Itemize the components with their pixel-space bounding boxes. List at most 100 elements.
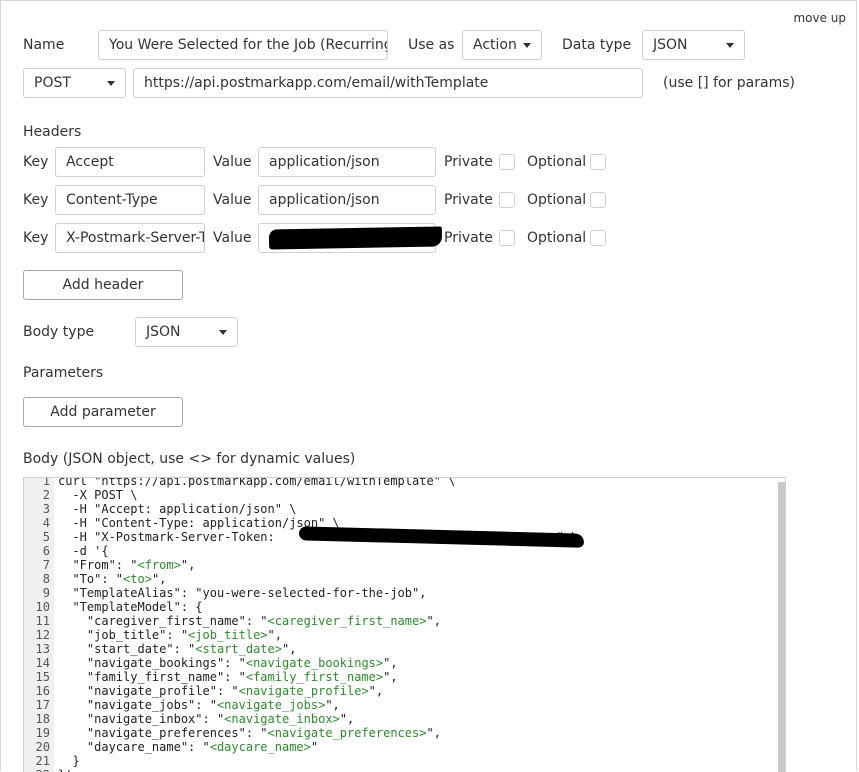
header-key-input[interactable]: Content-Type [55, 185, 205, 215]
editor-scrollbar[interactable] [778, 482, 785, 772]
line-number: 22 [24, 768, 50, 772]
code-line: 21 } [24, 754, 578, 768]
code-line: 22 }' [24, 768, 578, 772]
body-type-label: Body type [23, 324, 95, 340]
code-text: "To": " [58, 572, 124, 586]
method-value: POST [34, 75, 71, 91]
code-text: -d '{ [58, 544, 109, 558]
line-number: 8 [42, 572, 50, 586]
code-text: ", [267, 628, 282, 642]
header-value-input[interactable]: application/json [258, 185, 436, 215]
code-text: "From": " [58, 558, 138, 572]
code-dynamic-value: <navigate_profile> [238, 684, 369, 698]
code-line: 15 "family_first_name": "<family_first_n… [24, 670, 578, 684]
line-number: 16 [35, 684, 50, 698]
use-as-select[interactable]: Action [462, 30, 542, 60]
body-type-select[interactable]: JSON [135, 317, 238, 347]
code-text: ", [383, 656, 398, 670]
line-number: 21 [35, 754, 50, 768]
code-text: "TemplateAlias": "you-were-selected-for-… [58, 586, 427, 600]
code-text: "TemplateModel": { [58, 600, 203, 614]
data-type-select[interactable]: JSON [642, 30, 745, 60]
params-hint: (use [] for params) [663, 75, 795, 91]
optional-checkbox[interactable] [590, 230, 606, 246]
code-text: }' [58, 768, 72, 772]
add-header-button[interactable]: Add header [23, 270, 183, 300]
url-input[interactable]: https://api.postmarkapp.com/email/withTe… [133, 68, 643, 98]
private-label: Private [444, 230, 493, 246]
code-line: 19 "navigate_preferences": "<navigate_pr… [24, 726, 578, 740]
code-text: -X POST \ [58, 488, 138, 502]
code-text: ", [281, 642, 297, 656]
code-dynamic-value: <navigate_jobs> [216, 698, 326, 712]
header-value-label: Value [213, 154, 252, 170]
name-label: Name [23, 37, 65, 53]
code-text: " [310, 740, 319, 754]
parameters-title: Parameters [23, 365, 104, 381]
private-checkbox[interactable] [499, 192, 515, 208]
name-input[interactable]: You Were Selected for the Job (Recurring… [98, 30, 388, 60]
header-key-input[interactable]: Accept [55, 147, 205, 177]
optional-checkbox[interactable] [590, 154, 606, 170]
code-text: "navigate_bookings": " [58, 656, 246, 670]
header-key-input[interactable]: X-Postmark-Server-Token [55, 223, 205, 253]
use-as-label: Use as [408, 37, 455, 53]
code-line: 17 "navigate_jobs": "<navigate_jobs>", [24, 698, 578, 712]
line-number: 12 [35, 628, 50, 642]
add-parameter-button[interactable]: Add parameter [23, 397, 183, 427]
code-dynamic-value: <navigate_preferences> [267, 726, 427, 740]
code-text: ", [426, 726, 441, 740]
code-dynamic-value: <family_first_name> [245, 670, 384, 684]
header-key-label: Key [23, 154, 49, 170]
code-line: 14 "navigate_bookings": "<navigate_booki… [24, 656, 578, 670]
data-type-value: JSON [653, 37, 688, 53]
line-number: 1 [42, 477, 50, 488]
code-text: "start_date": " [58, 642, 196, 656]
private-checkbox[interactable] [499, 230, 515, 246]
line-number: 2 [42, 488, 50, 502]
optional-checkbox[interactable] [590, 192, 606, 208]
line-number: 15 [35, 670, 50, 684]
code-text: "navigate_profile": " [58, 684, 239, 698]
code-text: "daycare_name": " [58, 740, 210, 754]
method-select[interactable]: POST [23, 68, 126, 98]
code-dynamic-value: <to> [123, 572, 152, 586]
code-dynamic-value: <start_date> [195, 642, 282, 656]
header-value-label: Value [213, 230, 252, 246]
line-number: 14 [35, 656, 50, 670]
code-line: 13 "start_date": "<start_date>", [24, 642, 578, 656]
code-dynamic-value: <caregiver_first_name> [267, 614, 427, 628]
code-line: 8 "To": "<to>", [24, 572, 578, 586]
line-number: 7 [42, 558, 50, 572]
line-number: 5 [42, 530, 50, 544]
optional-label: Optional [527, 230, 587, 246]
move-up-link[interactable]: move up [793, 11, 846, 25]
code-text: ", [383, 670, 398, 684]
line-number: 13 [35, 642, 50, 656]
code-line: 18 "navigate_inbox": "<navigate_inbox>", [24, 712, 578, 726]
code-dynamic-value: <job_title> [188, 628, 268, 642]
header-value-label: Value [213, 192, 252, 208]
line-number: 17 [35, 698, 50, 712]
line-number: 19 [35, 726, 50, 740]
line-number: 11 [35, 614, 50, 628]
code-line: 10 "TemplateModel": { [24, 600, 578, 614]
chevron-down-icon [523, 43, 531, 48]
code-text: ", [325, 698, 340, 712]
code-text: "navigate_preferences": " [58, 726, 268, 740]
code-dynamic-value: <from> [137, 558, 181, 572]
code-line: 16 "navigate_profile": "<navigate_profil… [24, 684, 578, 698]
code-dynamic-value: <navigate_bookings> [245, 656, 384, 670]
private-checkbox[interactable] [499, 154, 515, 170]
body-code-editor[interactable]: 1 curl "https://api.postmarkapp.com/email… [23, 477, 786, 772]
line-number: 9 [42, 586, 50, 600]
code-text: ", [180, 558, 196, 572]
use-as-value: Action [473, 37, 517, 53]
code-text: ", [339, 712, 355, 726]
code-line: 9 "TemplateAlias": "you-were-selected-fo… [24, 586, 578, 600]
code-line: 11 "caregiver_first_name": "<caregiver_f… [24, 614, 578, 628]
code-text: "family_first_name": " [58, 670, 246, 684]
header-value-input[interactable]: application/json [258, 147, 436, 177]
code-text: "job_title": " [58, 628, 189, 642]
code-line: 3 -H "Accept: application/json" \ [24, 502, 578, 516]
